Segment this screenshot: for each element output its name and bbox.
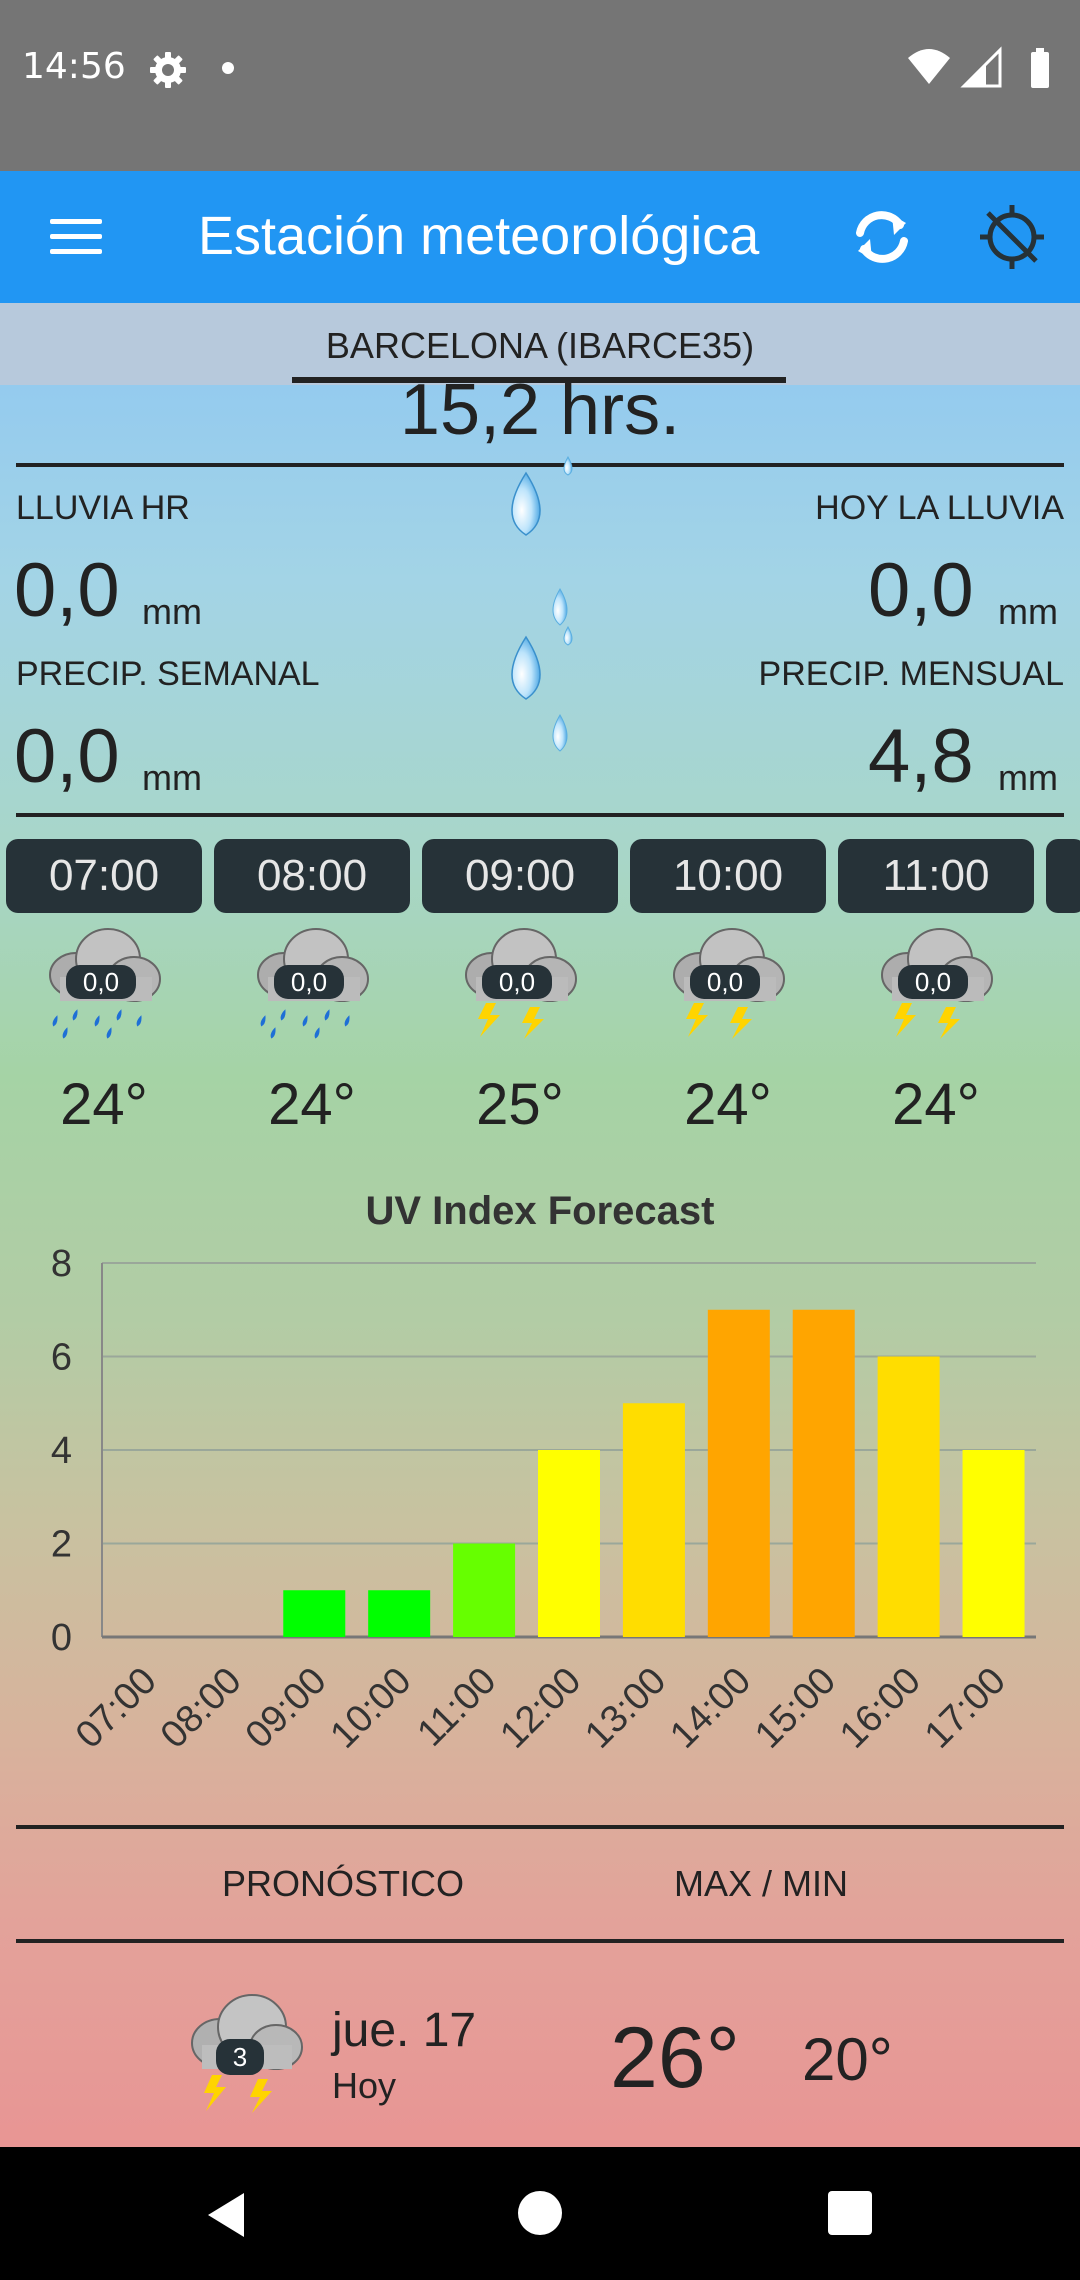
hour-temp: 24° — [268, 1072, 356, 1137]
cloud-storm-icon: 3 — [191, 1994, 303, 2113]
uv-bar — [453, 1543, 516, 1637]
uv-index-chart: 0 2 4 6 8 07:0008:0009:0010:0011:0012:0013:00… — [51, 1243, 1036, 1757]
x-tick-label: 14:00 — [662, 1660, 759, 1757]
x-tick-label: 12:00 — [492, 1660, 589, 1757]
recent-apps-icon[interactable] — [828, 2191, 872, 2235]
rain-monthly-value: 4,8 — [868, 714, 974, 799]
uv-bar — [368, 1590, 431, 1637]
y-tick-label: 6 — [51, 1337, 72, 1379]
hour-temp: 24° — [684, 1072, 772, 1137]
cloud-rain-icon: 0,0 — [49, 928, 161, 1039]
station-name: BARCELONA (IBARCE35) — [325, 325, 755, 366]
x-tick-label: 17:00 — [917, 1660, 1014, 1757]
uv-bar — [538, 1450, 600, 1637]
status-icons — [908, 46, 1049, 88]
app-title: Estación meteorológica — [198, 206, 760, 266]
divider — [16, 1939, 1064, 1943]
hour-pill[interactable]: 09:00 — [422, 839, 618, 913]
hour-temp: 24° — [892, 1072, 980, 1137]
x-tick-label: 11:00 — [410, 1660, 505, 1755]
rain-weekly-value: 0,0 — [14, 714, 120, 799]
uv-bar — [283, 1590, 346, 1637]
rain-hourly-label: LLUVIA HR — [16, 489, 190, 527]
maxmin-header-label: MAX / MIN — [674, 1863, 849, 1904]
y-tick-label: 4 — [51, 1430, 72, 1472]
day-max-temp: 26° — [610, 2010, 741, 2106]
y-tick-label: 8 — [51, 1243, 72, 1285]
hourly-forecast[interactable]: 07:00 08:00 09:00 10:00 11:00 — [0, 839, 1080, 915]
settings-gear-icon — [150, 52, 186, 88]
hour-pill[interactable]: 11:00 — [838, 839, 1034, 913]
y-tick-label: 2 — [51, 1524, 72, 1566]
divider — [16, 813, 1064, 817]
forecast-header-label: PRONÓSTICO — [222, 1863, 465, 1904]
wifi-icon — [908, 49, 950, 84]
rain-hourly-unit: mm — [142, 591, 202, 632]
hour-pill[interactable]: 08:00 — [214, 839, 410, 913]
cloud-storm-icon: 0,0 — [881, 928, 993, 1039]
x-tick-label: 16:00 — [832, 1660, 929, 1757]
rain-today-unit: mm — [998, 591, 1058, 632]
back-icon[interactable] — [200, 2185, 260, 2245]
rain-hourly-value: 0,0 — [14, 548, 120, 633]
main-content[interactable]: BARCELONA (IBARCE35) 15,2 hrs. LLUVIA HR… — [0, 303, 1080, 2147]
x-tick-label: 15:00 — [747, 1660, 844, 1757]
x-tick-label: 09:00 — [238, 1660, 335, 1757]
refresh-icon[interactable] — [846, 201, 918, 273]
navigation-bar — [0, 2147, 1080, 2280]
hour-rain-amount: 0,0 — [499, 967, 535, 997]
day-name: jue. 17 — [332, 2004, 477, 2057]
rain-weekly-unit: mm — [142, 757, 202, 798]
status-bar: 14:56 — [0, 0, 1080, 171]
uv-bar — [622, 1403, 685, 1637]
hour-rain-amount: 0,0 — [915, 967, 951, 997]
cloud-rain-icon: 0,0 — [257, 928, 369, 1039]
x-tick-label: 10:00 — [323, 1660, 420, 1757]
day-badge: 3 — [233, 2042, 247, 2072]
day-subtitle: Hoy — [332, 2065, 397, 2106]
hour-temp: 24° — [60, 1072, 148, 1137]
sun-hours: 15,2 hrs. — [399, 370, 681, 450]
cloud-storm-icon: 0,0 — [673, 928, 785, 1039]
x-tick-label: 13:00 — [577, 1660, 674, 1757]
rain-drops-icon — [511, 455, 573, 752]
hour-pill[interactable]: 10:00 — [630, 839, 826, 913]
rain-monthly-label: PRECIP. MENSUAL — [758, 655, 1064, 693]
rain-today-label: HOY LA LLUVIA — [815, 489, 1064, 527]
battery-icon — [1031, 48, 1049, 88]
uv-bar — [792, 1309, 855, 1637]
hour-rain-amount: 0,0 — [291, 967, 327, 997]
divider — [16, 1825, 1064, 1829]
hour-pill-partial[interactable] — [1046, 839, 1080, 913]
notification-dot-icon — [222, 62, 234, 74]
gps-off-icon[interactable] — [976, 201, 1048, 273]
home-icon[interactable] — [518, 2191, 562, 2235]
uv-bar — [707, 1309, 770, 1637]
rain-today-value: 0,0 — [868, 548, 974, 633]
menu-button[interactable] — [40, 211, 110, 263]
uv-bar — [877, 1356, 940, 1637]
hour-temp: 25° — [476, 1072, 564, 1137]
uv-bar — [962, 1450, 1025, 1637]
hour-rain-amount: 0,0 — [83, 967, 119, 997]
rain-weekly-label: PRECIP. SEMANAL — [16, 655, 320, 693]
hour-pill[interactable]: 07:00 — [6, 839, 202, 913]
rain-monthly-unit: mm — [998, 757, 1058, 798]
day-min-temp: 20° — [802, 2026, 893, 2093]
x-tick-label: 08:00 — [153, 1660, 250, 1757]
cloud-storm-icon: 0,0 — [465, 928, 577, 1039]
y-tick-label: 0 — [51, 1617, 72, 1659]
app-bar: Estación meteorológica — [0, 171, 1080, 303]
hour-rain-amount: 0,0 — [707, 967, 743, 997]
x-tick-label: 07:00 — [68, 1660, 165, 1757]
status-time: 14:56 — [22, 46, 126, 87]
